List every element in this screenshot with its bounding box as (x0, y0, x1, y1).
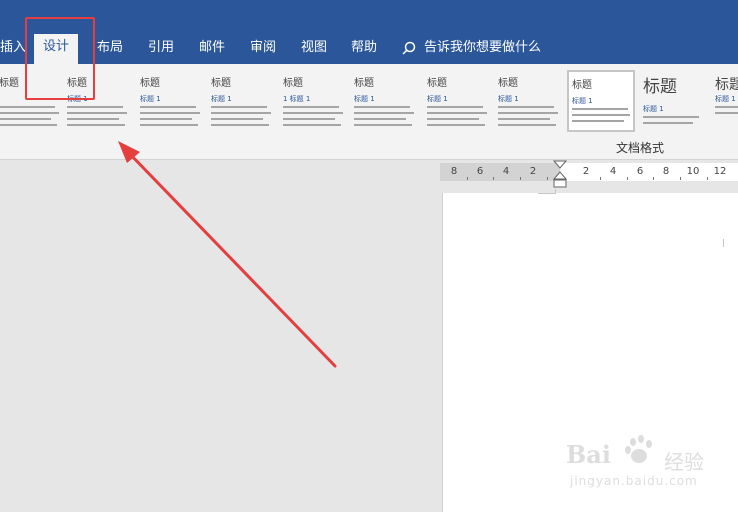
watermark-url: jingyan.baidu.com (570, 474, 698, 488)
baidu-jingyan-watermark: Bai 经验 jingyan.baidu.com (560, 432, 730, 502)
watermark-product: 经验 (664, 450, 704, 474)
watermark-brand: Bai (566, 440, 611, 469)
paw-logo-icon (625, 435, 652, 463)
